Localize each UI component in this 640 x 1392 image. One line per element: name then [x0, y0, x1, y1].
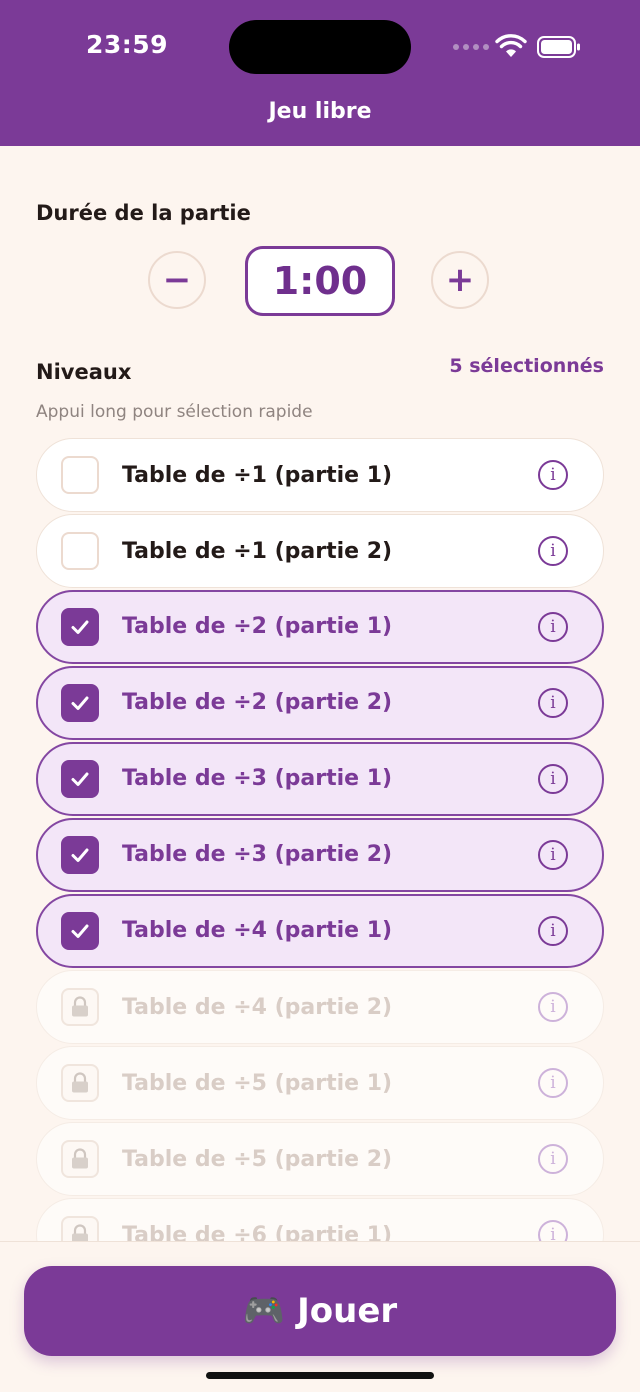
level-row: Table de ÷5 (partie 1) i	[36, 1046, 604, 1120]
info-icon[interactable]: i	[538, 840, 568, 870]
level-label: Table de ÷1 (partie 2)	[122, 539, 393, 564]
battery-icon	[537, 36, 580, 58]
level-label: Table de ÷3 (partie 1)	[122, 766, 393, 791]
info-icon[interactable]: i	[538, 1068, 568, 1098]
level-row[interactable]: Table de ÷2 (partie 2) i	[36, 666, 604, 740]
levels-list: Table de ÷1 (partie 1) i Table de ÷1 (part…	[36, 438, 604, 1241]
info-icon[interactable]: i	[538, 1144, 568, 1174]
app-header: 23:59 Jeu libre	[0, 0, 640, 146]
checkbox-checked[interactable]	[61, 912, 99, 950]
level-label: Table de ÷2 (partie 1)	[122, 614, 393, 639]
level-label: Table de ÷1 (partie 1)	[122, 463, 393, 488]
info-icon[interactable]: i	[538, 992, 568, 1022]
info-icon[interactable]: i	[538, 688, 568, 718]
lock-icon	[61, 1216, 99, 1241]
checkbox-checked[interactable]	[61, 760, 99, 798]
lock-icon	[61, 1140, 99, 1178]
levels-title: Niveaux	[36, 360, 132, 384]
home-indicator	[206, 1372, 434, 1379]
level-row: Table de ÷4 (partie 2) i	[36, 970, 604, 1044]
play-button-label: Jouer	[297, 1291, 398, 1331]
checkbox-unchecked[interactable]	[61, 532, 99, 570]
level-row[interactable]: Table de ÷3 (partie 2) i	[36, 818, 604, 892]
level-row[interactable]: Table de ÷1 (partie 2) i	[36, 514, 604, 588]
level-row[interactable]: Table de ÷2 (partie 1) i	[36, 590, 604, 664]
info-icon[interactable]: i	[538, 916, 568, 946]
level-row[interactable]: Table de ÷1 (partie 1) i	[36, 438, 604, 512]
level-row: Table de ÷6 (partie 1) i	[36, 1198, 604, 1241]
level-label: Table de ÷5 (partie 1)	[122, 1071, 393, 1096]
level-label: Table de ÷5 (partie 2)	[122, 1147, 393, 1172]
level-row[interactable]: Table de ÷4 (partie 1) i	[36, 894, 604, 968]
level-label: Table de ÷3 (partie 2)	[122, 842, 393, 867]
checkbox-checked[interactable]	[61, 608, 99, 646]
checkbox-checked[interactable]	[61, 684, 99, 722]
level-row[interactable]: Table de ÷3 (partie 1) i	[36, 742, 604, 816]
duration-value: 1:00	[245, 246, 395, 316]
play-button[interactable]: 🎮 Jouer	[24, 1266, 616, 1356]
selection-hint: Appui long pour sélection rapide	[36, 402, 313, 422]
gamepad-icon: 🎮	[242, 1291, 286, 1331]
info-icon[interactable]: i	[538, 612, 568, 642]
dynamic-island	[229, 20, 411, 74]
page-title: Jeu libre	[268, 99, 372, 124]
info-icon[interactable]: i	[538, 764, 568, 794]
lock-icon	[61, 1064, 99, 1102]
decrease-duration-button[interactable]: −	[148, 251, 206, 309]
increase-duration-button[interactable]: +	[431, 251, 489, 309]
checkbox-unchecked[interactable]	[61, 456, 99, 494]
checkbox-checked[interactable]	[61, 836, 99, 874]
cellular-signal-icon	[453, 44, 489, 50]
info-icon[interactable]: i	[538, 1220, 568, 1241]
duration-title: Durée de la partie	[36, 201, 251, 225]
level-label: Table de ÷2 (partie 2)	[122, 690, 393, 715]
level-row: Table de ÷5 (partie 2) i	[36, 1122, 604, 1196]
selected-count: 5 sélectionnés	[449, 355, 604, 377]
level-label: Table de ÷4 (partie 1)	[122, 918, 393, 943]
wifi-icon	[495, 34, 527, 57]
lock-icon	[61, 988, 99, 1026]
info-icon[interactable]: i	[538, 536, 568, 566]
info-icon[interactable]: i	[538, 460, 568, 490]
level-label: Table de ÷6 (partie 1)	[122, 1223, 393, 1241]
status-time: 23:59	[86, 30, 169, 59]
level-label: Table de ÷4 (partie 2)	[122, 995, 393, 1020]
